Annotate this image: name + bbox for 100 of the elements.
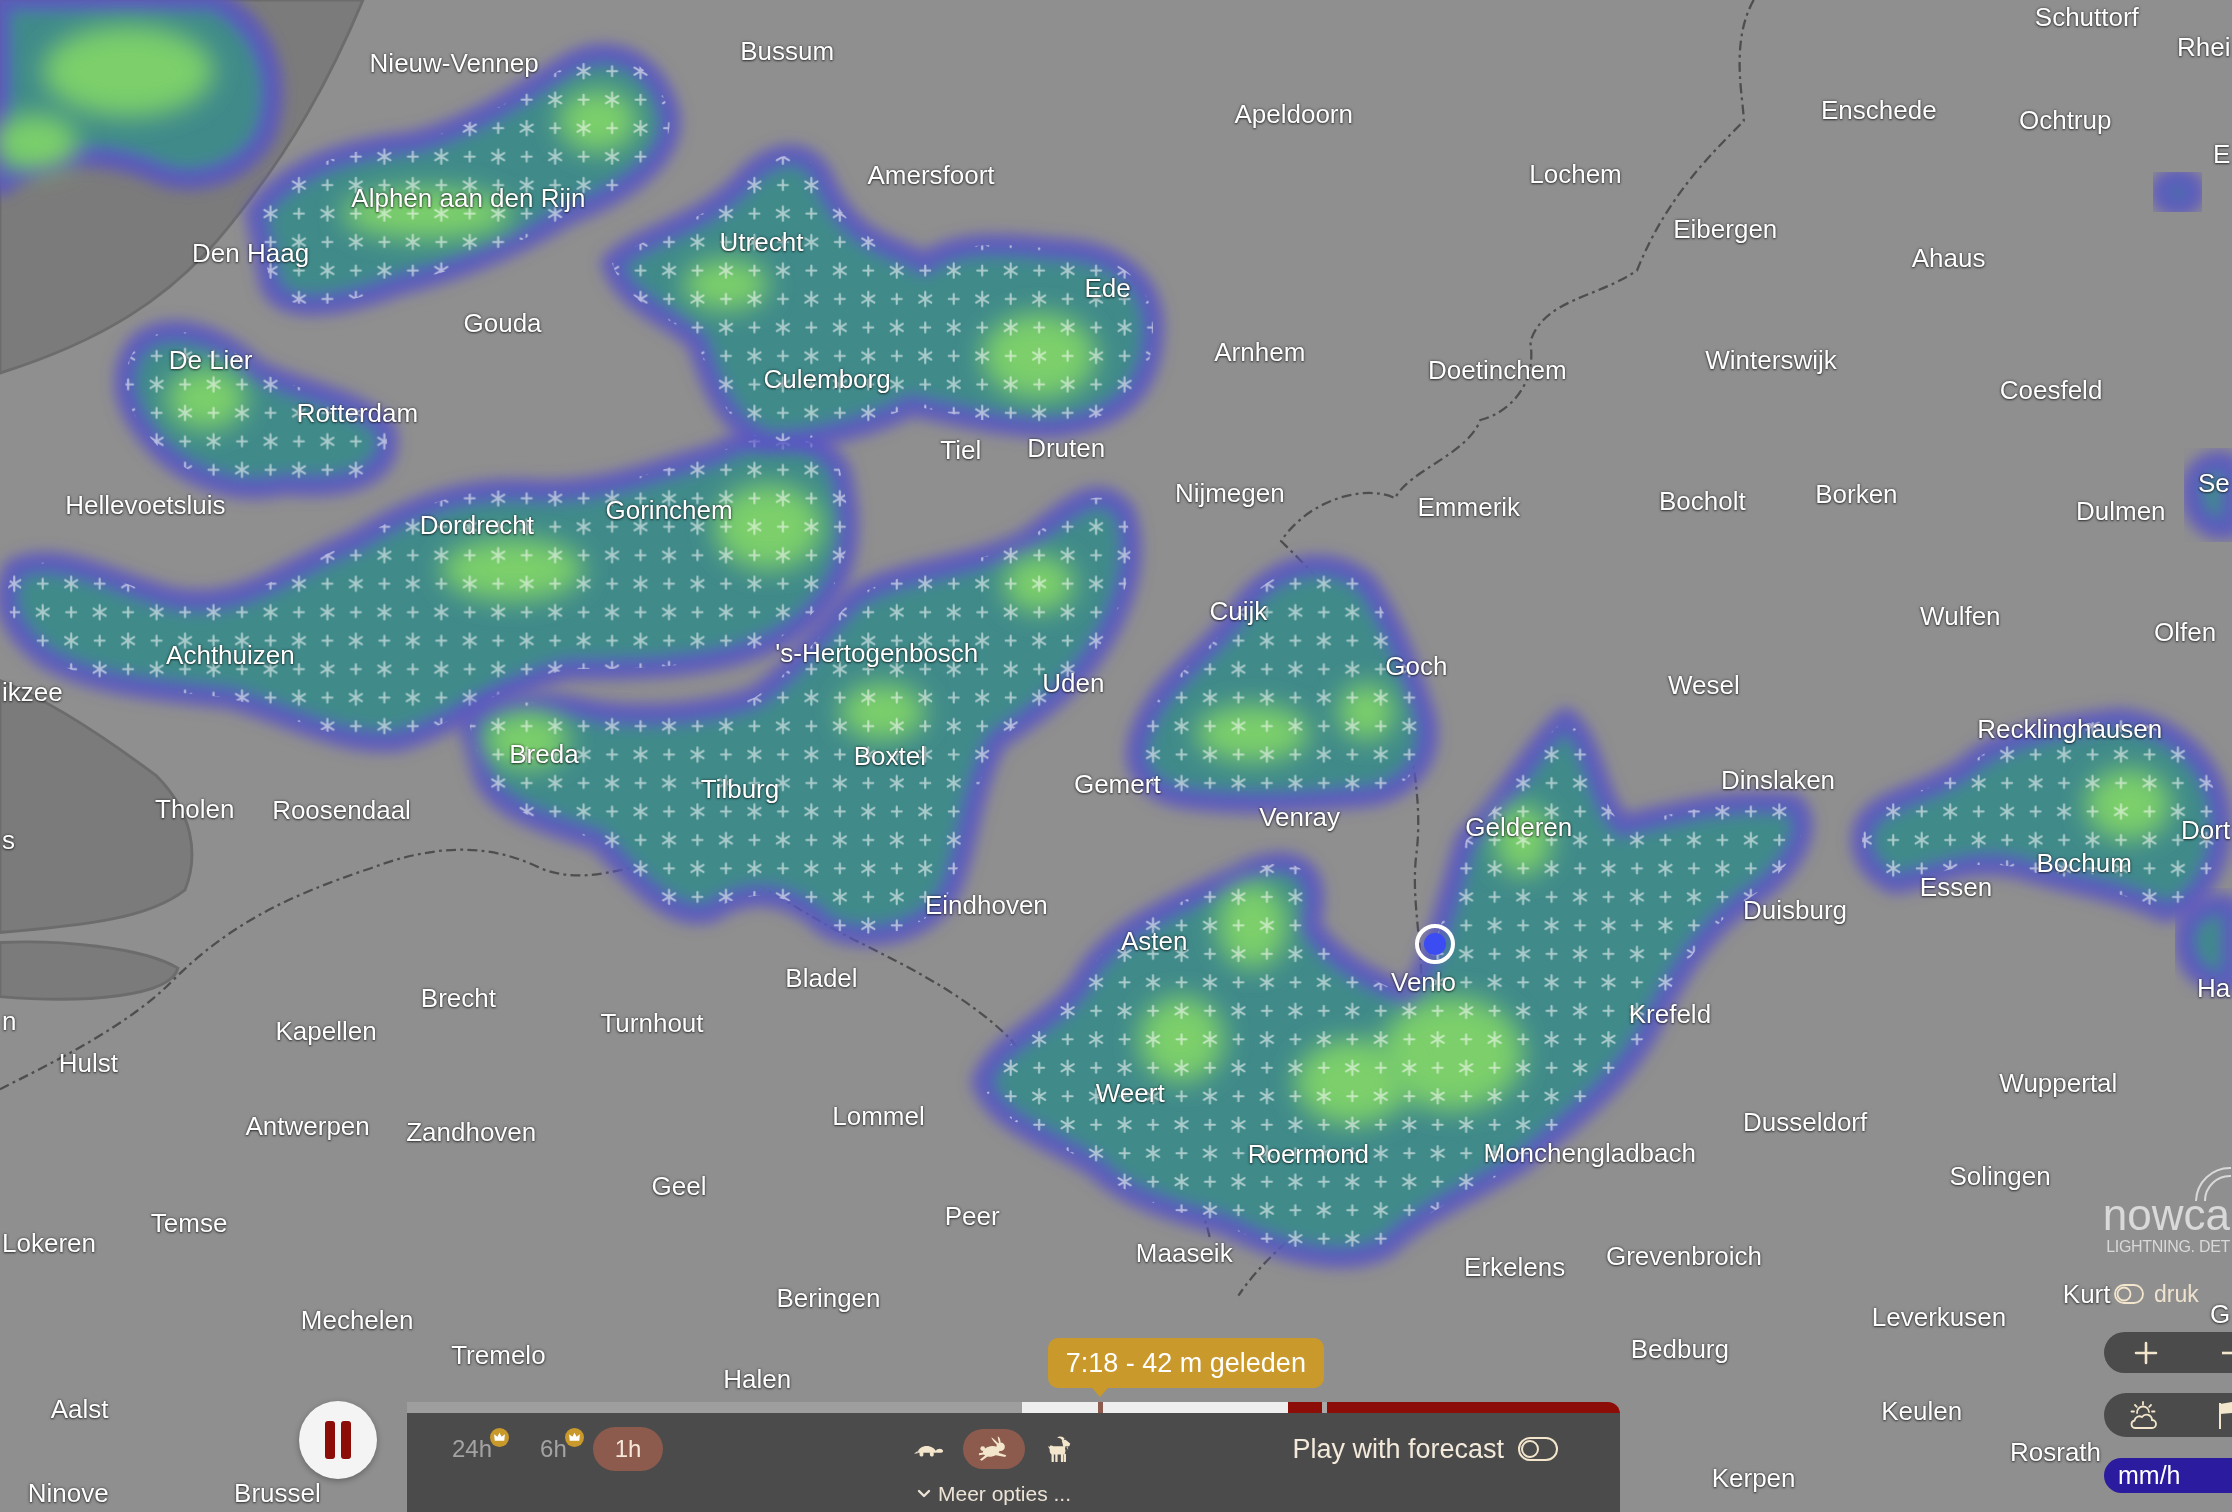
place-label: Solingen [1949,1160,2051,1191]
place-label: G [2210,1298,2231,1329]
place-label: Lokeren [2,1227,96,1258]
place-label: Zandhoven [406,1116,537,1147]
toggle-icon [1518,1437,1558,1461]
goat-icon [1045,1435,1073,1463]
place-label: Keulen [1881,1395,1963,1426]
place-label: Arnhem [1214,336,1306,367]
layer-toggle-button[interactable]: druk [2114,1280,2199,1308]
place-label: Gorinchem [605,494,733,525]
place-label: Aalst [50,1394,109,1425]
place-label: ikzee [2,676,63,707]
place-label: Doetinchem [1428,355,1567,386]
place-label: Brecht [420,982,496,1013]
place-label: Dinslaken [1720,765,1836,796]
speed-button[interactable] [963,1429,1025,1469]
minus-icon [2222,1350,2232,1355]
place-label: Boxtel [853,740,926,771]
place-label: Emmerik [1417,491,1521,522]
place-label: 's-Hertogenbosch [775,638,979,669]
place-label: Hulst [58,1048,118,1079]
place-label: Achthuizen [166,639,295,670]
place-label: Turnhout [600,1008,704,1039]
place-label: Bochum [2036,847,2132,878]
place-label: Duisburg [1743,894,1848,925]
place-label: Rosrath [2010,1436,2102,1467]
place-label: Ede [1084,272,1131,303]
place-label: Eindhoven [924,890,1048,921]
time-range-tab[interactable]: 6h [518,1427,589,1471]
place-label: Tholen [155,793,235,824]
place-label: Maaseik [1135,1237,1233,1268]
time-range-tab[interactable]: 1h [592,1427,664,1471]
place-label: Olfen [2154,617,2217,647]
place-label: Winterswijk [1705,345,1837,376]
place-label: Cuijk [1209,595,1268,626]
place-label: Essen [1919,871,1993,902]
place-label: n [2,1005,17,1036]
place-label: Kurt [2062,1278,2111,1309]
place-label: Amersfoort [867,160,995,191]
place-label: Goch [1385,651,1448,682]
place-label: Lommel [832,1101,925,1131]
place-label: Gemert [1073,769,1161,800]
place-label: Tremelo [451,1340,546,1371]
playhead-marker[interactable] [1097,1402,1103,1413]
place-label: Gelderen [1465,812,1573,843]
place-label: Geel [651,1170,707,1201]
place-label: E [2213,138,2231,169]
place-label: Ahaus [1911,242,1986,273]
place-label: Erkelens [1464,1251,1566,1282]
place-label: Nijmegen [1174,477,1285,508]
logo-arcs-icon [2194,1166,2232,1202]
place-label: Wesel [1667,669,1740,700]
place-label: Bladel [785,962,858,993]
place-label: Apeldoorn [1234,98,1353,129]
more-options-button[interactable]: Meer opties ... [916,1481,1072,1507]
place-label: Beringen [776,1283,881,1314]
place-label: Den Haag [192,238,310,269]
place-label: Asten [1120,925,1188,956]
place-label: Antwerpen [245,1110,370,1141]
plus-icon [2134,1340,2158,1365]
place-label: Roermond [1247,1139,1370,1170]
place-label: Kapellen [275,1015,377,1046]
place-label: Wulfen [1920,601,2001,632]
place-label: Brussel [234,1478,321,1509]
place-label: Enschede [1820,94,1937,125]
forecast-toggle[interactable] [1518,1437,1558,1461]
place-label: Gouda [463,308,542,339]
place-label: Bussum [740,36,835,67]
place-label: Utrecht [719,227,804,257]
place-label: Hellevoetsluis [65,490,226,521]
place-label: s [2,824,15,855]
place-label: Dulmen [2075,496,2166,526]
pause-button[interactable] [299,1401,377,1479]
place-label: Venray [1259,802,1341,833]
place-label: Bedburg [1630,1334,1729,1365]
place-label: Ha [2197,972,2231,1003]
place-label: Eibergen [1673,214,1778,245]
place-label: Culemborg [763,363,891,394]
place-label: Recklinghausen [1977,713,2163,744]
place-label: Kerpen [1711,1462,1796,1493]
location-marker-icon [1412,921,1457,966]
precipitation-area [2149,166,2207,218]
unit-legend[interactable]: mm/h [2104,1458,2232,1493]
time-tooltip: 7:18 - 42 m geleden [1047,1338,1324,1397]
time-range-tab[interactable]: 24h [430,1427,515,1471]
place-label: Breda [509,739,579,770]
place-label: Borken [1815,478,1898,509]
place-label: Dusseldorf [1742,1106,1868,1137]
place-label: Alphen aan den Rijn [351,182,586,213]
place-label: Dordrecht [419,510,534,541]
forecast-label: Play with forecast [1292,1433,1504,1465]
place-label: Grevenbroich [1605,1240,1763,1271]
place-label: Schuttorf [2034,2,2139,32]
place-label: Nieuw-Vennep [369,47,539,78]
place-label: Temse [150,1207,228,1238]
place-label: Krefeld [1628,998,1712,1029]
pause-icon [322,1420,354,1460]
place-label: Ninove [27,1478,109,1509]
place-label: Ochtrup [2018,104,2112,135]
place-label: Wuppertal [1999,1068,2118,1099]
